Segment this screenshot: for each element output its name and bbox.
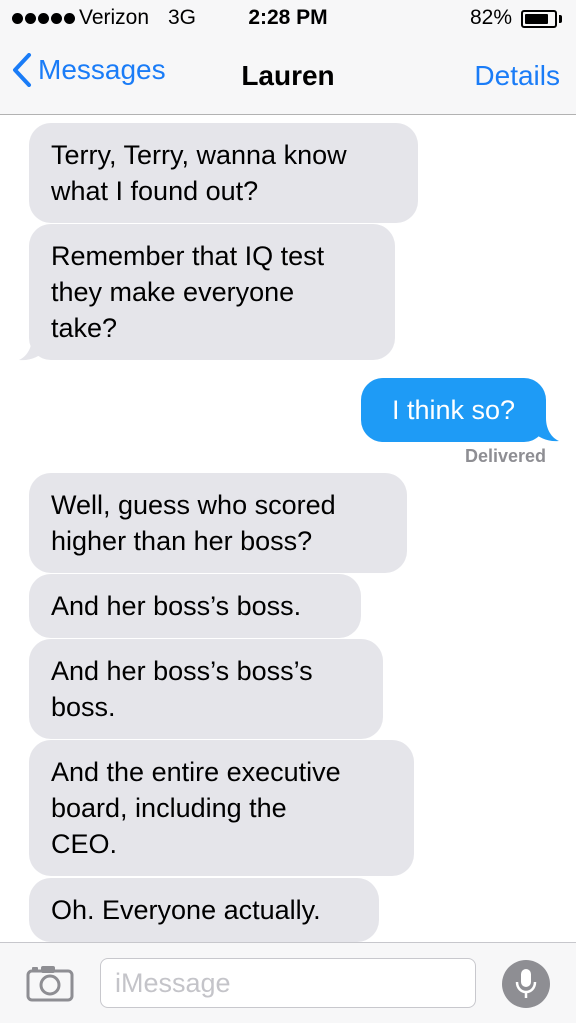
imessage-input[interactable] bbox=[100, 958, 476, 1008]
battery-icon bbox=[521, 10, 557, 28]
message-bubble-incoming[interactable]: And her boss’s boss. bbox=[29, 574, 361, 638]
carrier-name: Verizon bbox=[79, 6, 150, 29]
message-bubble-incoming[interactable]: Oh. Everyone actually. bbox=[29, 878, 379, 942]
chevron-left-icon bbox=[13, 53, 31, 87]
details-button[interactable]: Details bbox=[474, 60, 560, 92]
status-bar: Verizon 3G 2:28 PM 82% bbox=[0, 0, 576, 40]
back-button[interactable]: Messages bbox=[12, 53, 166, 87]
back-label: Messages bbox=[38, 54, 166, 85]
battery-percent: 82% bbox=[470, 6, 513, 29]
network-type: 3G bbox=[168, 6, 197, 29]
message-thread[interactable]: Terry, Terry, wanna know what I found ou… bbox=[0, 115, 576, 942]
status-time: 2:28 PM bbox=[248, 6, 328, 29]
camera-button[interactable] bbox=[26, 964, 74, 1007]
message-bubble-incoming[interactable]: Remember that IQ test they make everyone… bbox=[29, 224, 395, 360]
navigation-bar: Messages Lauren Details bbox=[0, 40, 576, 115]
message-bubble-incoming[interactable]: Terry, Terry, wanna know what I found ou… bbox=[29, 123, 418, 223]
message-bubble-incoming[interactable]: And the entire executive board, includin… bbox=[29, 740, 414, 876]
message-composer bbox=[0, 942, 576, 1023]
signal-strength-icon bbox=[12, 13, 75, 24]
message-bubble-incoming[interactable]: And her boss’s boss’s boss. bbox=[29, 639, 383, 739]
microphone-button[interactable] bbox=[502, 960, 550, 1008]
message-bubble-outgoing[interactable]: I think so? bbox=[361, 378, 546, 442]
delivered-status: Delivered bbox=[464, 446, 546, 466]
bubble-tail-incoming bbox=[19, 337, 46, 361]
conversation-title: Lauren bbox=[241, 60, 335, 91]
battery-tip bbox=[559, 15, 562, 23]
microphone-icon bbox=[515, 969, 537, 998]
bubble-tail-outgoing bbox=[532, 418, 559, 442]
message-bubble-incoming[interactable]: Well, guess who scored higher than her b… bbox=[29, 473, 407, 573]
camera-icon bbox=[26, 966, 74, 1002]
